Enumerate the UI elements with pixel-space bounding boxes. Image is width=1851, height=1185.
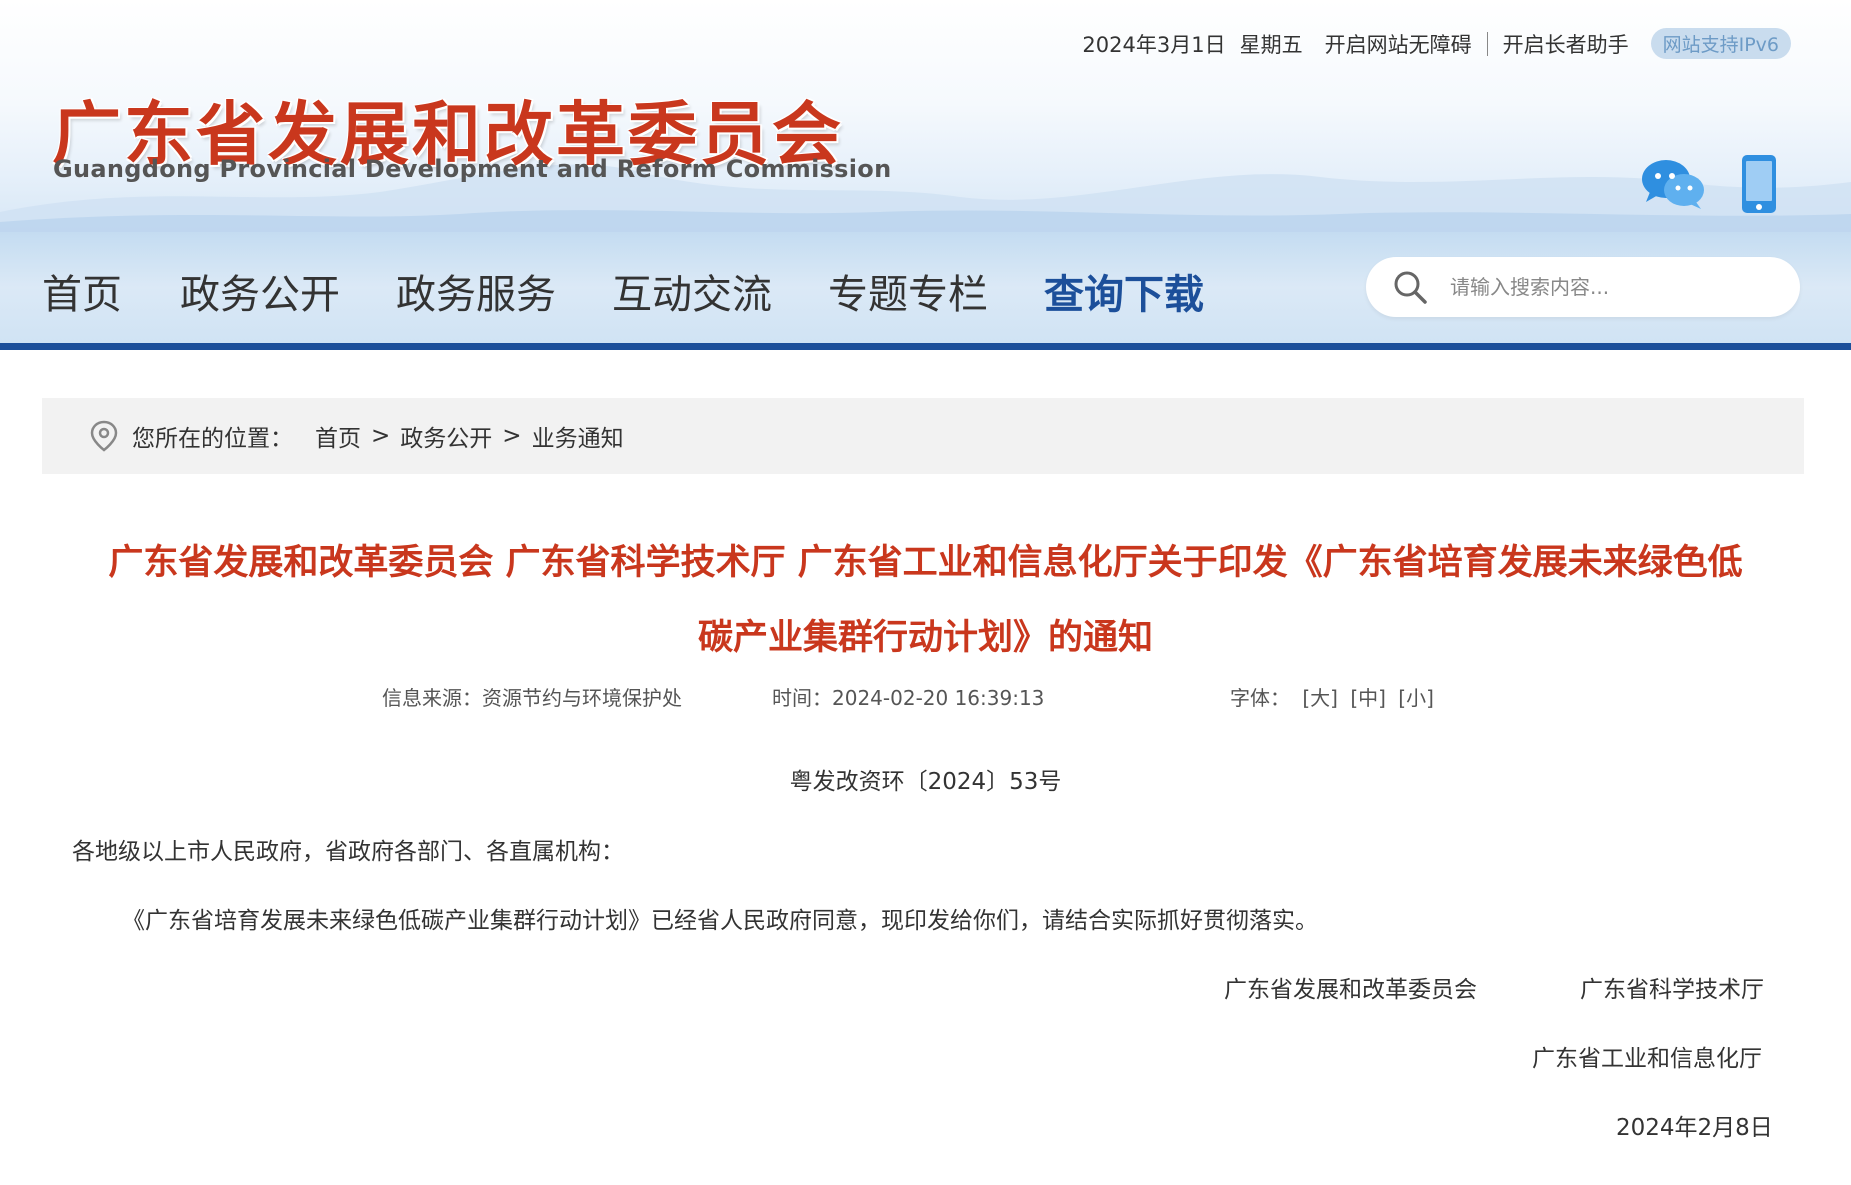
font-small-button[interactable]: [小] bbox=[1398, 686, 1434, 710]
breadcrumb-business-notice[interactable]: 业务通知 bbox=[532, 419, 624, 453]
current-date: 2024年3月1日 bbox=[1082, 32, 1226, 57]
breadcrumb-home[interactable]: 首页 bbox=[315, 419, 361, 453]
article-title-line-2: 碳产业集群行动计划》的通知 bbox=[697, 618, 1153, 658]
font-size-label: 字体： bbox=[1230, 686, 1290, 710]
divider bbox=[1486, 31, 1488, 56]
breadcrumb: 您所在的位置： 首页 > 政务公开 > 业务通知 bbox=[42, 398, 1804, 474]
mobile-icon[interactable] bbox=[1741, 154, 1777, 214]
current-weekday: 星期五 bbox=[1239, 32, 1303, 57]
nav-item-query-download[interactable]: 查询下载 bbox=[1044, 262, 1204, 320]
breadcrumb-lead: 您所在的位置： bbox=[132, 426, 293, 452]
sign-date: 2024年2月8日 bbox=[1616, 1115, 1773, 1141]
elder-assistant-link[interactable]: 开启长者助手 bbox=[1503, 29, 1629, 59]
nav-item-government-affairs[interactable]: 政务公开 bbox=[180, 262, 340, 320]
breadcrumb-separator: > bbox=[502, 423, 522, 449]
nav-item-special-topics[interactable]: 专题专栏 bbox=[828, 262, 988, 320]
search-box bbox=[1366, 257, 1800, 317]
breadcrumb-separator: > bbox=[371, 423, 391, 449]
accessibility-link[interactable]: 开启网站无障碍 bbox=[1325, 29, 1472, 59]
wechat-icon[interactable] bbox=[1640, 158, 1706, 210]
recipients: 各地级以上市人民政府，省政府各部门、各直属机构： bbox=[72, 839, 624, 865]
main-navigation: 首页 政务公开 政务服务 互动交流 专题专栏 查询下载 bbox=[0, 232, 1851, 350]
document-number: 粤发改资环〔2024〕53号 bbox=[789, 769, 1062, 795]
signer-industry-information-department: 广东省工业和信息化厅 bbox=[1532, 1046, 1762, 1072]
signer-development-reform-commission: 广东省发展和改革委员会 bbox=[1224, 977, 1477, 1003]
article-title: 广东省发展和改革委员会 广东省科学技术厅 广东省工业和信息化厅关于印发《广东省培… bbox=[70, 526, 1781, 676]
font-large-button[interactable]: [大] bbox=[1302, 686, 1338, 710]
ipv6-badge: 网站支持IPv6 bbox=[1650, 28, 1791, 59]
breadcrumb-government-affairs[interactable]: 政务公开 bbox=[400, 419, 492, 453]
article-source: 信息来源：资源节约与环境保护处 bbox=[382, 686, 682, 710]
article-body: 《广东省培育发展未来绿色低碳产业集群行动计划》已经省人民政府同意，现印发给你们，… bbox=[122, 908, 1318, 934]
site-header: 2024年3月1日 星期五 开启网站无障碍 开启长者助手 网站支持IPv6 广东… bbox=[0, 0, 1851, 232]
article-title-line-1: 广东省发展和改革委员会 广东省科学技术厅 广东省工业和信息化厅关于印发《广东省培… bbox=[108, 543, 1743, 583]
font-size-control: 字体： [大] [中] [小] bbox=[1230, 682, 1434, 711]
nav-item-government-services[interactable]: 政务服务 bbox=[396, 262, 556, 320]
nav-item-home[interactable]: 首页 bbox=[42, 262, 122, 320]
font-medium-button[interactable]: [中] bbox=[1350, 686, 1386, 710]
nav-item-interaction[interactable]: 互动交流 bbox=[612, 262, 772, 320]
search-input[interactable] bbox=[1450, 269, 1780, 305]
article-time: 时间：2024-02-20 16:39:13 bbox=[772, 686, 1045, 710]
location-pin-icon bbox=[90, 420, 118, 452]
top-utility-bar: 2024年3月1日 星期五 开启网站无障碍 开启长者助手 网站支持IPv6 bbox=[1082, 28, 1791, 59]
search-icon[interactable] bbox=[1392, 269, 1428, 305]
signer-science-technology-department: 广东省科学技术厅 bbox=[1580, 977, 1764, 1003]
site-logo-english: Guangdong Provincial Development and Ref… bbox=[53, 155, 892, 183]
